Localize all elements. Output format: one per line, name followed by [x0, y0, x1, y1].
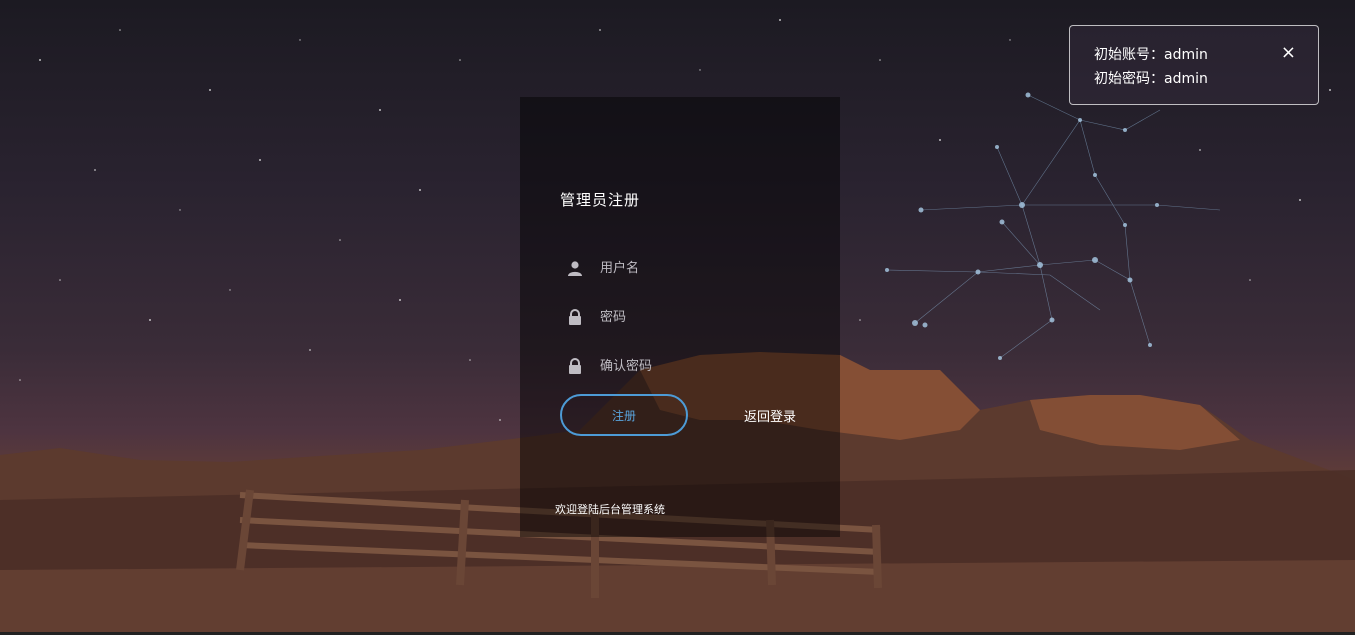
username-field: [560, 253, 810, 283]
notice-account: 初始账号：admin: [1094, 47, 1208, 63]
constellation-nodes: [885, 92, 1159, 360]
confirm-password-field: [560, 351, 810, 381]
password-field: [560, 302, 810, 332]
password-input[interactable]: [600, 304, 800, 330]
confirm-password-input[interactable]: [600, 353, 800, 379]
lock-icon: [560, 307, 590, 327]
notice-password: 初始密码：admin: [1094, 71, 1208, 87]
close-icon[interactable]: ×: [1281, 42, 1296, 63]
register-panel: 管理员注册 注册 返回登录 欢迎登陆后台管理系统: [520, 97, 840, 537]
welcome-text: 欢迎登陆后台管理系统: [555, 503, 665, 516]
username-input[interactable]: [600, 255, 800, 281]
lock-icon: [560, 356, 590, 376]
register-button[interactable]: 注册: [560, 394, 688, 436]
back-to-login-link[interactable]: 返回登录: [744, 406, 796, 425]
notice-box: 初始账号：admin 初始密码：admin ×: [1069, 25, 1319, 105]
page-title: 管理员注册: [560, 191, 641, 209]
user-icon: [560, 258, 590, 278]
